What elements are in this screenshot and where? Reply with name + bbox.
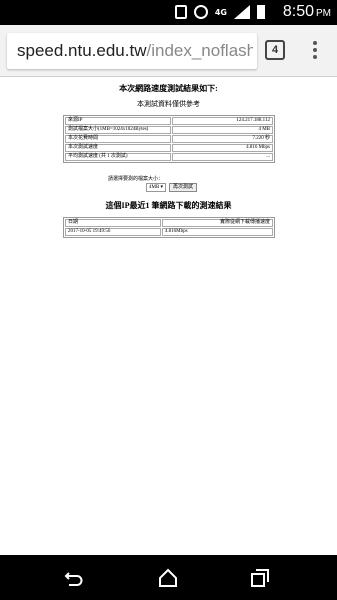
alarm-icon	[193, 5, 208, 19]
row-value: 124.217.188.112	[172, 117, 273, 125]
browser-toolbar: speed.ntu.edu.tw/index_noflash.p 4	[0, 25, 337, 77]
file-size-value: 4MB	[149, 185, 160, 190]
header-date: 日期	[65, 219, 161, 227]
table-row: 本次花費時間 7.220 秒	[65, 135, 273, 143]
row-label: 本次花費時間	[65, 135, 171, 143]
history-table: 日期 實際從網下載傳播速度 2017-10-05 19:49:56 4.816M…	[63, 217, 275, 238]
home-icon[interactable]	[158, 568, 178, 588]
back-icon[interactable]	[64, 568, 84, 588]
table-row: 本次測試速度 4.816 Mbps	[65, 144, 273, 152]
url-domain: speed.ntu.edu.tw	[17, 41, 147, 60]
header-speed: 實際從網下載傳播速度	[161, 219, 273, 227]
history-title: 這個IP最近1 筆網路下載的測速結果	[105, 201, 232, 210]
overflow-menu-icon[interactable]	[308, 39, 322, 63]
table-row: 平均測試速度 (共 1 次測試)...	[65, 153, 273, 161]
network-type-4g: 4G	[214, 7, 227, 17]
row-label: 平均測試速度 (共 1 次測試)	[65, 153, 171, 161]
row-value: 4.816 Mbps	[172, 144, 273, 152]
status-icons: 4G	[174, 5, 265, 19]
battery-icon	[257, 5, 265, 19]
result-note: 本測試資料僅供參考	[137, 100, 200, 108]
clock-time: 8:50	[282, 3, 314, 20]
row-label: 測試檔案大小(1MB=1024x1024Bytes)	[65, 126, 171, 134]
file-size-prompt: 請選擇要測的檔案大小：	[108, 177, 164, 182]
table-row: 測試檔案大小(1MB=1024x1024Bytes) 4 MB	[65, 126, 273, 134]
file-size-select[interactable]: 4MB ▾	[146, 183, 167, 192]
row-value: ...	[172, 153, 273, 161]
table-row: 2017-10-05 19:49:56 4.816Mbps	[65, 228, 273, 236]
file-size-controls: 4MB ▾ 再次測試	[146, 183, 198, 192]
table-header-row: 日期 實際從網下載傳播速度	[65, 219, 273, 227]
address-bar[interactable]: speed.ntu.edu.tw/index_noflash.p	[7, 33, 257, 69]
web-page: 本次網路速度測試結果如下: 本測試資料僅供參考 來源IP 124.217.188.…	[0, 77, 337, 555]
url-text[interactable]: speed.ntu.edu.tw/index_noflash.p	[17, 41, 253, 61]
result-title: 本次網路速度測試結果如下:	[119, 84, 218, 93]
row-value: 4 MB	[172, 126, 273, 134]
history-date: 2017-10-05 19:49:56	[65, 228, 161, 236]
clock-ampm: PM	[316, 8, 331, 19]
row-value: 7.220 秒	[172, 135, 273, 143]
result-table: 來源IP 124.217.188.112 測試檔案大小(1MB=1024x1024…	[63, 115, 275, 163]
history-speed: 4.816Mbps	[161, 228, 273, 236]
retest-button[interactable]: 再次測試	[169, 183, 198, 192]
url-path: /index_noflash.p	[146, 41, 253, 60]
clock: 8:50 PM	[283, 3, 331, 21]
recent-apps-icon[interactable]	[250, 568, 270, 588]
signal-icon	[234, 5, 250, 19]
navigation-bar	[0, 555, 337, 600]
table-row: 來源IP 124.217.188.112	[65, 117, 273, 125]
vibrate-icon	[174, 5, 187, 19]
row-label: 來源IP	[65, 117, 171, 125]
row-label: 本次測試速度	[65, 144, 171, 152]
tab-switcher-button[interactable]: 4	[265, 40, 285, 60]
status-bar: 4G 8:50 PM	[0, 0, 337, 25]
